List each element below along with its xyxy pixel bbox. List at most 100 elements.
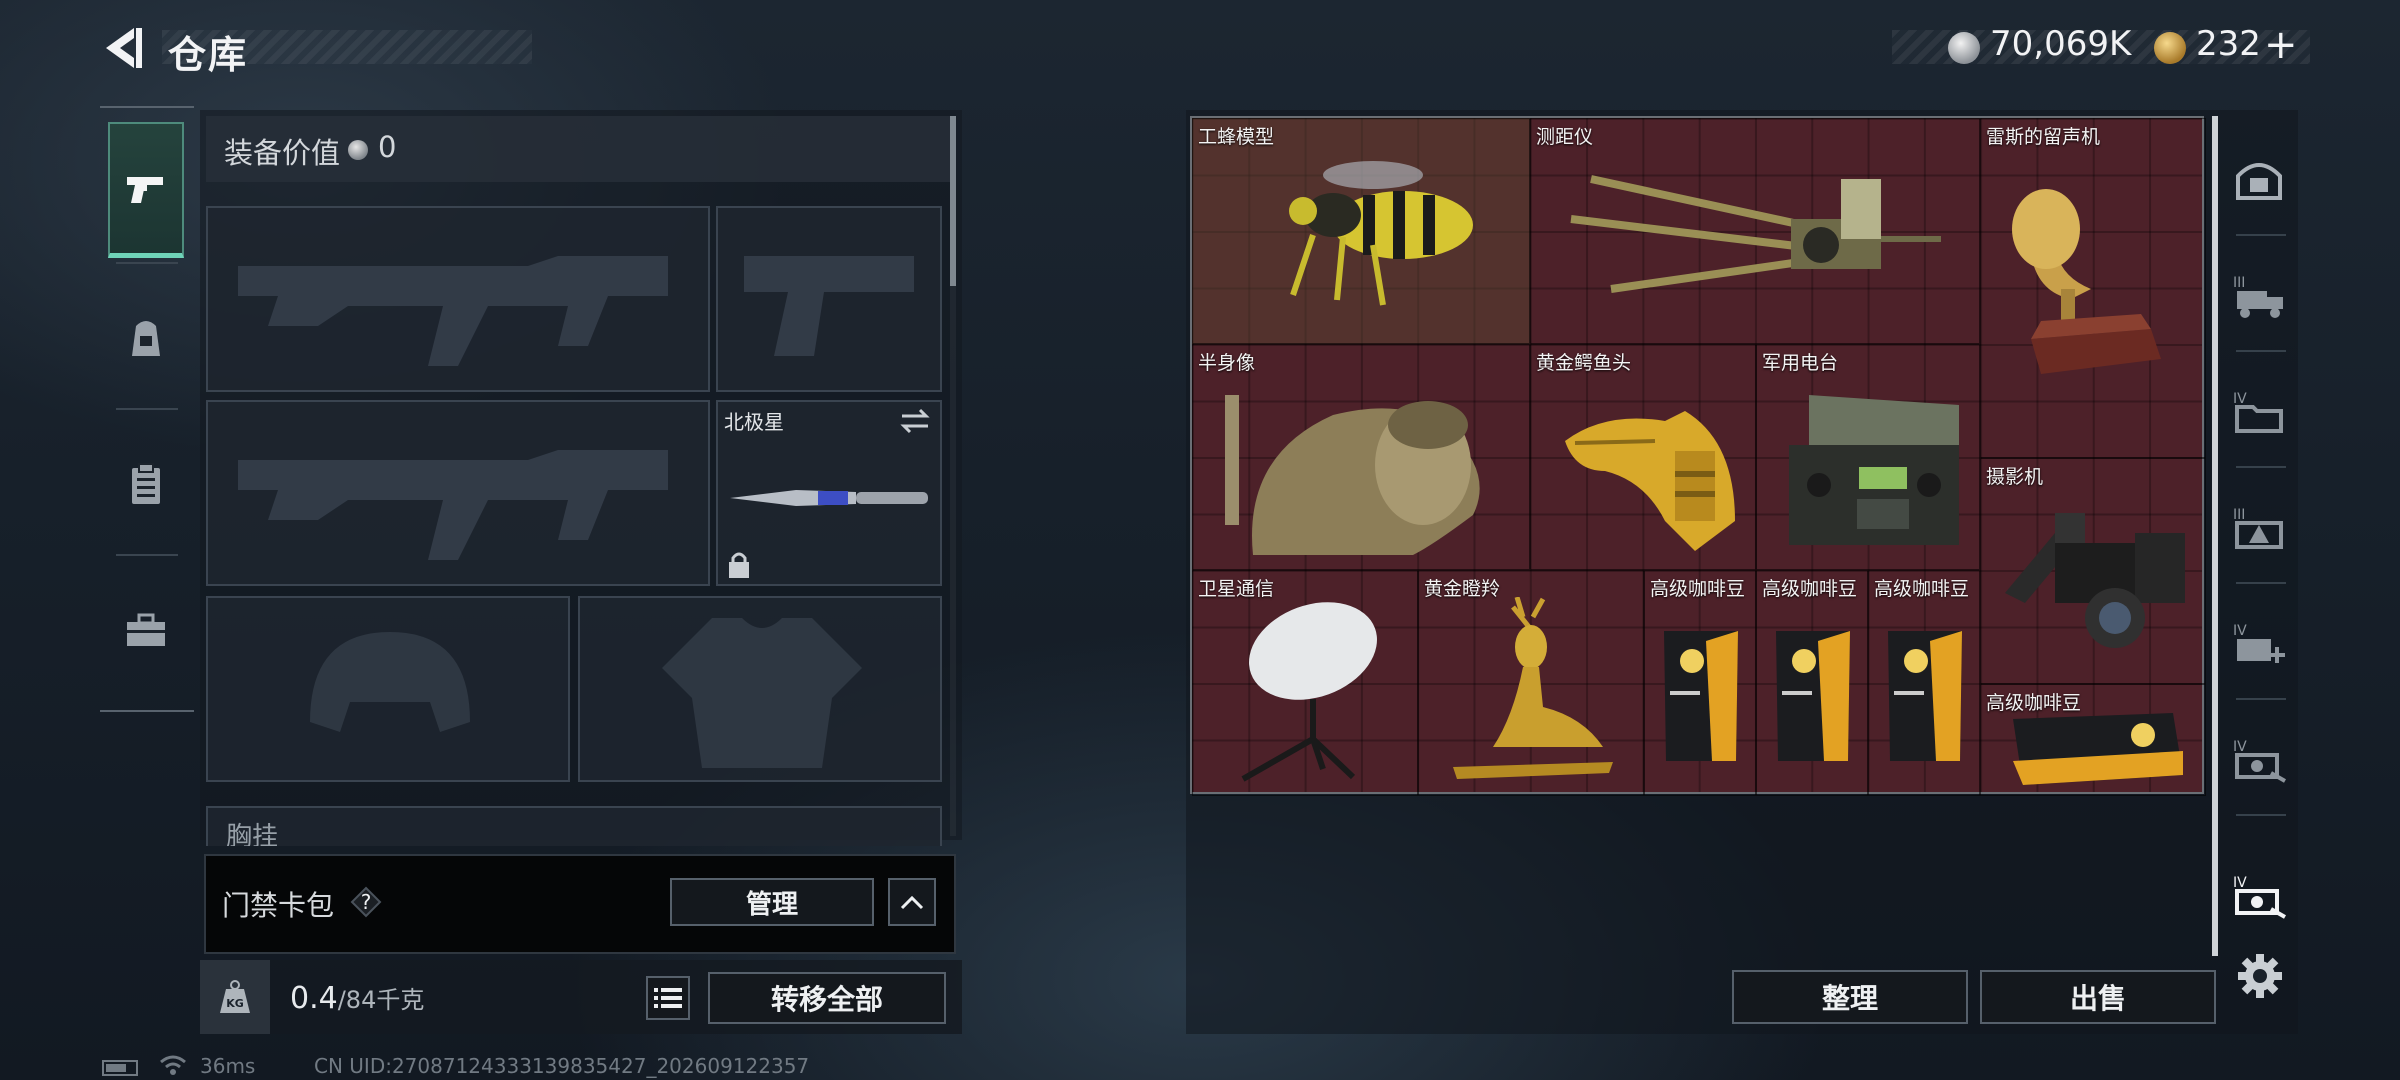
weight-badge: KG <box>200 960 270 1034</box>
warehouse-item-rangefinder[interactable]: 测距仪 <box>1530 118 1980 344</box>
back-button[interactable] <box>98 22 148 74</box>
ping-value: 36ms <box>200 1054 256 1078</box>
warehouse-grid: 工蜂模型 测距仪 雷斯的留声机 半身像 黄金鳄鱼头 军用电台 摄影机 卫星通信 … <box>1190 116 2206 796</box>
armor-slot[interactable] <box>578 596 942 782</box>
storage-tab-iv-a[interactable]: IV <box>2226 366 2292 458</box>
knife-icon <box>730 490 928 506</box>
nav-item-vest[interactable] <box>108 416 184 552</box>
lock-icon <box>729 552 749 578</box>
coffee-bag-icon <box>1664 631 1738 761</box>
weight-max: /84千克 <box>337 986 425 1014</box>
warehouse-item-gramophone[interactable]: 雷斯的留声机 <box>1980 118 2206 458</box>
currency-secondary-value: 232 <box>2196 24 2261 64</box>
chest-rig-label: 胸挂 <box>226 822 279 846</box>
rangefinder-icon <box>1570 175 1941 293</box>
vault-icon <box>2236 163 2282 200</box>
storage-iii-truck-icon: III <box>2233 275 2283 318</box>
page-title: 仓库 <box>168 33 249 77</box>
primary-weapon-slot-1[interactable] <box>206 206 710 392</box>
currency-primary-value: 70,069K <box>1990 24 2132 64</box>
warehouse-item-military-radio[interactable]: 军用电台 <box>1756 344 1980 570</box>
backpack-icon <box>132 321 160 356</box>
rifle-silhouette-icon <box>238 450 668 560</box>
warehouse-scrollbar[interactable] <box>2212 116 2218 956</box>
wifi-icon <box>160 1055 186 1075</box>
warehouse-item-premium-coffee-beans[interactable]: 高级咖啡豆 <box>1868 570 1980 796</box>
nav-item-backpack[interactable] <box>108 270 184 406</box>
coffee-bag-icon <box>1776 631 1850 761</box>
warehouse-item-video-camera[interactable]: 摄影机 <box>1980 458 2206 684</box>
storage-iv-tools-icon: IV <box>2233 739 2286 783</box>
settings-gear-icon[interactable] <box>2236 952 2284 1000</box>
primary-weapon-slot-2[interactable] <box>206 400 710 586</box>
storage-nav-divider <box>2236 814 2286 816</box>
list-icon <box>654 988 682 1008</box>
svg-text:KG: KG <box>226 997 244 1010</box>
svg-text:III: III <box>2233 275 2245 291</box>
storage-tab-iii-a[interactable]: III <box>2226 250 2292 342</box>
weight-kg-icon: KG <box>220 980 250 1013</box>
nav-divider <box>116 262 178 264</box>
bust-icon <box>1225 395 1480 555</box>
equipment-value-label: 装备价值 <box>224 136 341 170</box>
equipment-scrollbar[interactable] <box>950 116 956 286</box>
warehouse-item-golden-crocodile-head[interactable]: 黄金鳄鱼头 <box>1530 344 1756 570</box>
sidearm-slot[interactable] <box>716 206 942 392</box>
golden-gazelle-icon <box>1453 597 1613 779</box>
storage-iv-add-icon: IV <box>2233 623 2285 663</box>
transfer-all-button[interactable]: 转移全部 <box>708 972 946 1024</box>
video-camera-icon <box>2005 513 2185 648</box>
gramophone-icon <box>2012 189 2161 374</box>
nav-divider <box>116 554 178 556</box>
wasp-model-icon <box>1289 161 1473 306</box>
warehouse-item-premium-coffee-beans[interactable]: 高级咖啡豆 <box>1980 684 2206 796</box>
warehouse-item-golden-gazelle[interactable]: 黄金瞪羚 <box>1418 570 1644 796</box>
coffee-bag-icon <box>2013 713 2183 785</box>
manage-button[interactable]: 管理 <box>670 878 874 926</box>
storage-tab-iii-b[interactable]: III <box>2226 482 2292 574</box>
military-radio-icon <box>1789 395 1959 545</box>
chest-rig-slot[interactable]: 胸挂 <box>206 806 942 846</box>
helmet-slot[interactable] <box>206 596 570 782</box>
warehouse-item-premium-coffee-beans[interactable]: 高级咖啡豆 <box>1756 570 1868 796</box>
storage-iv-tools-active-icon: IV <box>2233 875 2286 919</box>
access-card-pack-label: 门禁卡包 <box>222 889 335 922</box>
golden-crocodile-head-icon <box>1565 411 1735 551</box>
warehouse-item-wasp-model[interactable]: 工蜂模型 <box>1192 118 1530 344</box>
sort-button[interactable]: 整理 <box>1732 970 1968 1024</box>
warehouse-item-premium-coffee-beans[interactable]: 高级咖啡豆 <box>1644 570 1756 796</box>
nav-divider <box>116 408 178 410</box>
swap-icon[interactable] <box>898 406 932 436</box>
add-currency-button[interactable]: + <box>2264 22 2298 68</box>
nav-item-toolbox[interactable] <box>108 562 184 698</box>
storage-nav-divider <box>2236 350 2286 352</box>
gold-coin-icon <box>2154 32 2186 64</box>
helmet-silhouette-icon <box>310 632 470 732</box>
storage-iv-folder-icon: IV <box>2233 391 2283 433</box>
weight-value: 0.4/84千克 <box>290 980 424 1016</box>
storage-nav-divider <box>2236 234 2286 236</box>
warehouse-item-satellite-comm[interactable]: 卫星通信 <box>1192 570 1418 796</box>
nav-item-weapons[interactable] <box>108 122 184 258</box>
satellite-dish-icon <box>1241 602 1377 782</box>
collapse-button[interactable] <box>888 878 936 926</box>
melee-slot[interactable]: 北极星 <box>716 400 942 586</box>
svg-text:?: ? <box>361 890 372 914</box>
warehouse-item-bust[interactable]: 半身像 <box>1192 344 1530 570</box>
user-uid: CN UID:27087124333139835427_202609122357 <box>314 1054 810 1078</box>
help-icon[interactable]: ? <box>350 886 382 918</box>
sell-button[interactable]: 出售 <box>1980 970 2216 1024</box>
list-view-button[interactable] <box>646 976 690 1020</box>
storage-tab-iv-b[interactable]: IV <box>2226 598 2292 690</box>
melee-item-label: 北极星 <box>724 410 784 434</box>
storage-nav-divider <box>2236 466 2286 468</box>
pistol-silhouette-icon <box>744 256 914 356</box>
storage-tab-iv-c[interactable]: IV <box>2226 714 2292 806</box>
storage-iii-warning-icon: III <box>2233 507 2283 549</box>
storage-tab-iv-d[interactable]: IV <box>2226 850 2292 942</box>
clipboard-icon <box>132 463 160 504</box>
storage-tab-vault[interactable] <box>2226 134 2292 226</box>
silver-coin-icon <box>1948 32 1980 64</box>
svg-text:IV: IV <box>2233 623 2247 639</box>
weight-current: 0.4 <box>290 981 338 1016</box>
